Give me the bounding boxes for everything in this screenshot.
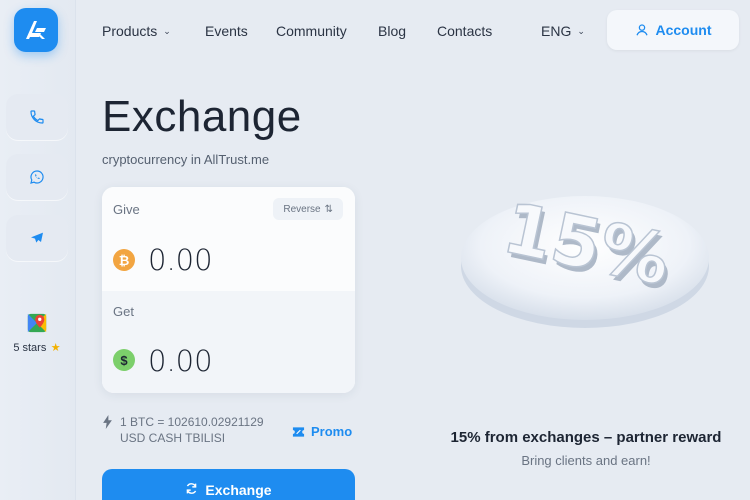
banner-subtitle: Bring clients and earn!	[521, 453, 651, 468]
account-button[interactable]: Account	[607, 10, 739, 50]
get-label: Get	[113, 304, 134, 319]
give-amount-input[interactable]	[148, 240, 338, 280]
refresh-icon	[187, 483, 197, 494]
exchange-rate: 1 BTC = 102610.02921129 USD CASH TBILISI	[102, 414, 282, 446]
rating-label: 5 stars	[13, 342, 47, 354]
telegram-icon	[31, 232, 43, 243]
get-section: Get $	[102, 291, 355, 393]
promo-link[interactable]: Promo	[292, 424, 352, 439]
logo-mark-icon	[26, 21, 46, 39]
page-title: Exchange	[102, 92, 302, 141]
give-label: Give	[113, 202, 140, 217]
rate-line-1: 1 BTC = 102610.02921129	[120, 415, 264, 429]
nav-events-label: Events	[205, 23, 248, 39]
user-icon	[635, 24, 648, 36]
phone-button[interactable]	[6, 94, 68, 140]
nav-contacts[interactable]: Contacts	[437, 23, 492, 39]
exchange-button-label: Exchange	[205, 482, 272, 498]
language-selector[interactable]: ENG ⌄	[541, 23, 585, 39]
get-amount-input[interactable]	[148, 341, 338, 381]
dollar-icon: $	[113, 349, 135, 371]
swap-arrows-icon: ⇅	[324, 203, 333, 215]
rate-line-2: USD CASH TBILISI	[120, 431, 226, 445]
partner-reward-illustration: 15% 15%	[461, 186, 709, 328]
nav-community[interactable]: Community	[276, 23, 347, 39]
star-icon: ★	[50, 342, 61, 354]
give-section: Give Reverse ⇅ ₿	[102, 187, 355, 291]
promo-label: Promo	[311, 424, 353, 439]
left-rail: 5 stars ★	[0, 0, 76, 500]
nav-blog-label: Blog	[378, 23, 407, 39]
whatsapp-icon	[30, 170, 44, 184]
ticket-icon	[292, 426, 305, 437]
telegram-button[interactable]	[6, 215, 68, 261]
bitcoin-icon: ₿	[113, 249, 135, 271]
nav-blog[interactable]: Blog	[378, 23, 406, 39]
nav-community-label: Community	[276, 23, 347, 39]
chevron-down-icon: ⌄	[163, 26, 171, 36]
whatsapp-button[interactable]	[6, 154, 68, 200]
reverse-button[interactable]: Reverse ⇅	[273, 198, 343, 220]
google-maps-icon	[27, 313, 47, 333]
page-subtitle: cryptocurrency in AllTrust.me	[102, 152, 270, 167]
phone-icon	[30, 110, 44, 124]
alltrust-logo[interactable]	[14, 8, 58, 52]
chevron-down-icon: ⌄	[577, 26, 585, 36]
exchange-button[interactable]: Exchange	[102, 469, 355, 500]
language-label: ENG	[541, 23, 572, 39]
nav-products[interactable]: Products ⌄	[102, 23, 171, 39]
nav-events[interactable]: Events	[205, 23, 248, 39]
lightning-icon	[103, 415, 112, 429]
exchange-card: Give Reverse ⇅ ₿ Get $	[102, 187, 355, 393]
nav-contacts-label: Contacts	[437, 23, 493, 39]
account-label: Account	[655, 22, 712, 38]
rating-badge[interactable]: 5 stars ★	[6, 312, 68, 356]
banner-title: 15% from exchanges – partner reward	[450, 429, 722, 446]
nav-products-label: Products	[102, 23, 158, 39]
reverse-label: Reverse	[283, 203, 321, 215]
